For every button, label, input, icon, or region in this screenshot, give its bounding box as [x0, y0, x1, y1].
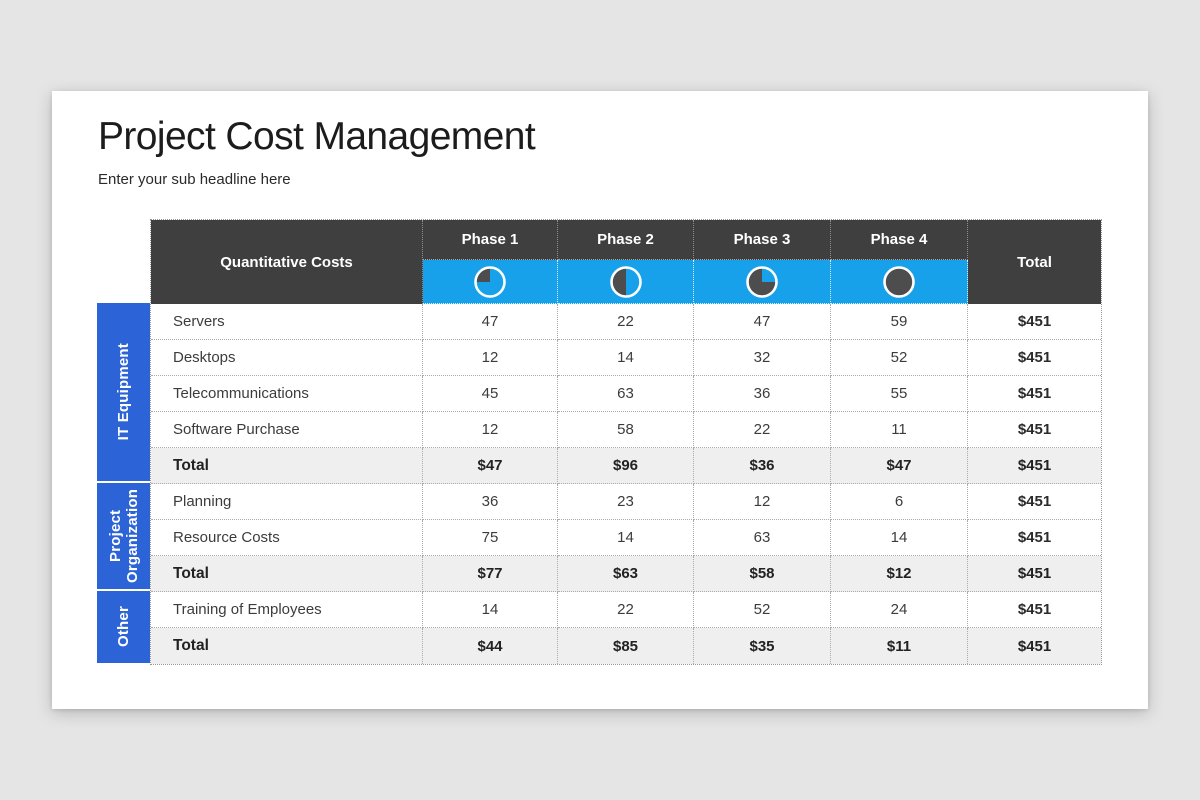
cost-value-cell: 22 [558, 304, 694, 340]
cost-value-cell: 47 [423, 304, 558, 340]
row-label: Servers [151, 304, 423, 340]
cost-value-cell: 36 [423, 484, 558, 520]
phase-1-progress-cell [423, 260, 558, 304]
cost-value-cell: 52 [831, 340, 968, 376]
group-total-row-label: Total [151, 556, 423, 592]
cost-value-cell: $85 [558, 628, 694, 664]
phase-3-progress-cell [694, 260, 831, 304]
cost-table-area: IT Equipment Project Organization Other Qu… [97, 219, 1102, 665]
canvas-background: Project Cost Management Enter your sub h… [0, 0, 1200, 800]
cost-value-cell: 23 [558, 484, 694, 520]
cost-value-cell: 24 [831, 592, 968, 628]
cost-value-cell: 52 [694, 592, 831, 628]
page-subtitle: Enter your sub headline here [98, 171, 291, 188]
cost-value-cell: $47 [423, 448, 558, 484]
cost-value-cell: $12 [831, 556, 968, 592]
row-total-cell: $451 [968, 412, 1101, 448]
cost-value-cell: 22 [558, 592, 694, 628]
category-label: Other [115, 606, 132, 648]
phase-2-header: Phase 2 [558, 220, 694, 260]
cost-value-cell: $35 [694, 628, 831, 664]
pie-chart-icon-phase-4 [883, 265, 915, 298]
row-label: Resource Costs [151, 520, 423, 556]
cost-value-cell: 14 [831, 520, 968, 556]
cost-value-cell: 14 [423, 592, 558, 628]
cost-value-cell: 6 [831, 484, 968, 520]
row-total-cell: $451 [968, 340, 1101, 376]
cost-value-cell: $11 [831, 628, 968, 664]
slide: Project Cost Management Enter your sub h… [52, 91, 1148, 709]
cost-value-cell: 59 [831, 304, 968, 340]
group-total-row-label: Total [151, 448, 423, 484]
cost-value-cell: 58 [558, 412, 694, 448]
row-label: Telecommunications [151, 376, 423, 412]
row-total-cell: $451 [968, 628, 1101, 664]
pie-chart-icon-phase-3 [746, 265, 778, 298]
cost-value-cell: 22 [694, 412, 831, 448]
row-total-cell: $451 [968, 520, 1101, 556]
row-total-cell: $451 [968, 484, 1101, 520]
cost-table: Quantitative Costs Phase 1 Phase 2 Phase… [150, 219, 1102, 665]
category-block-other: Other [97, 591, 150, 663]
cost-value-cell: 47 [694, 304, 831, 340]
group-total-row-label: Total [151, 628, 423, 664]
cost-value-cell: $36 [694, 448, 831, 484]
row-label: Software Purchase [151, 412, 423, 448]
cost-value-cell: 14 [558, 520, 694, 556]
category-block-project-organization: Project Organization [97, 483, 150, 589]
phase-4-header: Phase 4 [831, 220, 968, 260]
cost-value-cell: 36 [694, 376, 831, 412]
page-title: Project Cost Management [98, 115, 536, 158]
cost-value-cell: $63 [558, 556, 694, 592]
cost-value-cell: 12 [694, 484, 831, 520]
row-total-cell: $451 [968, 448, 1101, 484]
phase-2-progress-cell [558, 260, 694, 304]
phase-3-header: Phase 3 [694, 220, 831, 260]
cost-value-cell: 63 [558, 376, 694, 412]
cost-value-cell: $77 [423, 556, 558, 592]
row-label: Planning [151, 484, 423, 520]
cost-value-cell: $96 [558, 448, 694, 484]
row-total-cell: $451 [968, 376, 1101, 412]
cost-value-cell: 32 [694, 340, 831, 376]
row-total-cell: $451 [968, 556, 1101, 592]
category-block-it-equipment: IT Equipment [97, 303, 150, 481]
row-label: Desktops [151, 340, 423, 376]
row-total-cell: $451 [968, 592, 1101, 628]
cost-value-cell: 11 [831, 412, 968, 448]
phase-1-header: Phase 1 [423, 220, 558, 260]
cost-value-cell: 12 [423, 412, 558, 448]
category-label: IT Equipment [115, 343, 132, 441]
pie-chart-icon-phase-2 [609, 265, 642, 298]
category-label: Project Organization [106, 488, 141, 584]
cost-value-cell: 45 [423, 376, 558, 412]
cost-value-cell: 75 [423, 520, 558, 556]
pie-chart-icon-phase-1 [474, 265, 506, 298]
corner-header: Quantitative Costs [151, 220, 423, 304]
row-total-cell: $451 [968, 304, 1101, 340]
total-header: Total [968, 220, 1101, 304]
category-sidebar: IT Equipment Project Organization Other [97, 219, 150, 663]
cost-value-cell: 55 [831, 376, 968, 412]
row-label: Training of Employees [151, 592, 423, 628]
cost-value-cell: $47 [831, 448, 968, 484]
cost-value-cell: 12 [423, 340, 558, 376]
phase-4-progress-cell [831, 260, 968, 304]
cost-value-cell: 63 [694, 520, 831, 556]
cost-value-cell: $44 [423, 628, 558, 664]
cost-value-cell: $58 [694, 556, 831, 592]
cost-value-cell: 14 [558, 340, 694, 376]
